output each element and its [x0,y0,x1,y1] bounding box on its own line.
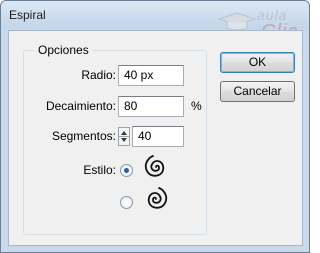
cancel-button[interactable]: Cancelar [220,81,295,102]
dialog-body: Opciones Radio: 40 px Decaimiento: 80 % … [8,30,303,246]
ok-button[interactable]: OK [220,52,295,73]
spin-down-icon[interactable] [121,138,127,142]
options-group: Opciones Radio: 40 px Decaimiento: 80 % … [23,43,207,235]
decay-unit-label: % [191,99,202,113]
title-bar[interactable]: Espiral aula Clic [1,1,309,43]
options-group-legend: Opciones [34,43,93,57]
decay-input[interactable]: 80 [118,96,184,117]
style-label: Estilo: [83,163,116,177]
radius-input[interactable]: 40 px [118,65,184,86]
spiral-dialog: Espiral aula Clic Opciones Radio: 40 px … [0,0,310,253]
segments-spinner[interactable] [118,127,130,146]
spiral-counterclockwise-icon [147,187,168,209]
style-radio-clockwise[interactable] [120,164,133,177]
style-radio-counterclockwise[interactable] [120,196,133,209]
window-title: Espiral [9,8,46,22]
spin-up-icon[interactable] [121,131,127,135]
segments-label: Segmentos: [51,129,116,143]
spiral-clockwise-icon [144,155,165,177]
segments-input[interactable]: 40 [132,126,184,147]
decay-label: Decaimiento: [45,99,116,113]
radius-label: Radio: [81,68,116,82]
